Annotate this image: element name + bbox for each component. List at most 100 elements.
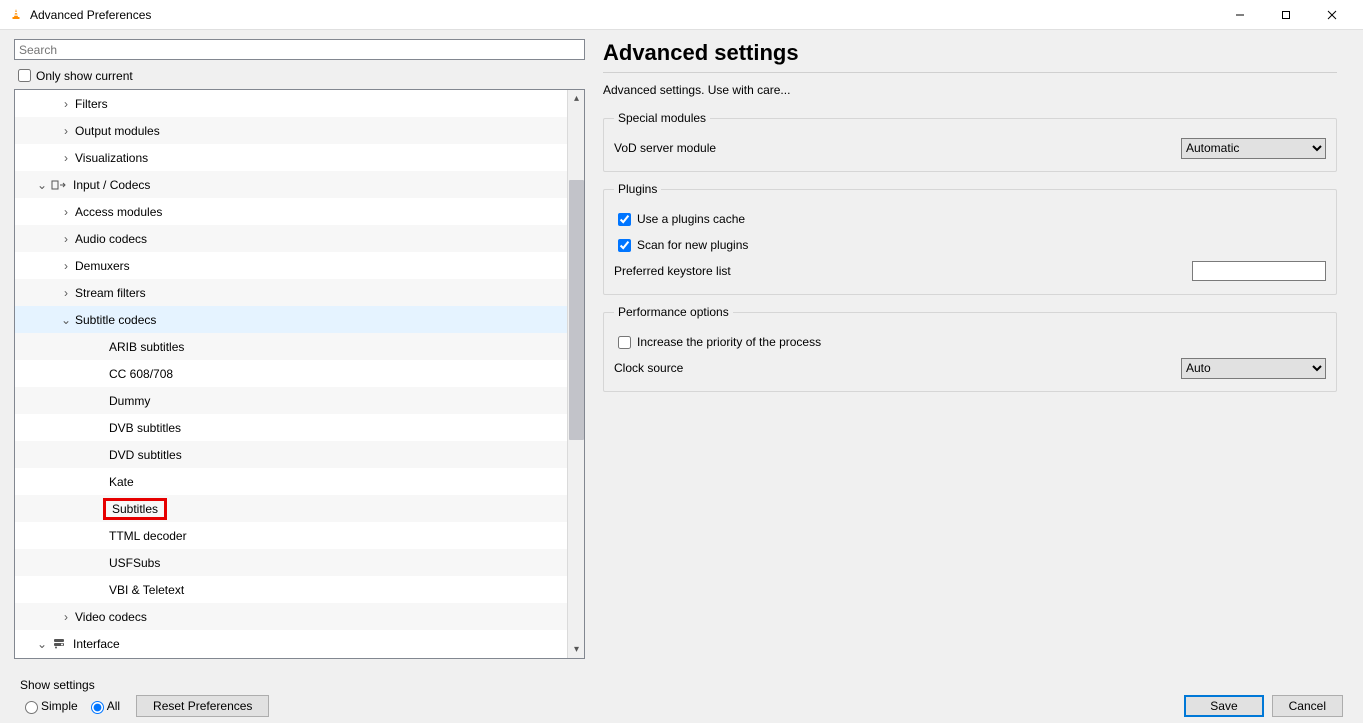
chevron-right-icon[interactable]	[61, 205, 71, 219]
vlc-cone-icon	[8, 7, 24, 23]
tree-item-label: TTML decoder	[109, 529, 187, 543]
tree-item-label: Stream filters	[75, 286, 146, 300]
minimize-button[interactable]	[1217, 0, 1263, 30]
checkbox-row[interactable]: Scan for new plugins	[614, 236, 1326, 255]
tree-item[interactable]: ARIB subtitles	[15, 333, 567, 360]
tree-item[interactable]: Interface	[15, 630, 567, 657]
tree-item[interactable]: CC 608/708	[15, 360, 567, 387]
tree-item-label: CC 608/708	[109, 367, 173, 381]
divider	[603, 72, 1337, 73]
chevron-right-icon[interactable]	[61, 124, 71, 138]
title-bar: Advanced Preferences	[0, 0, 1363, 30]
maximize-button[interactable]	[1263, 0, 1309, 30]
interface-icon	[51, 636, 67, 652]
tree-item[interactable]: Filters	[15, 90, 567, 117]
tree-item-label: Demuxers	[75, 259, 130, 273]
tree-item-label: Video codecs	[75, 610, 147, 624]
checkbox-row[interactable]: Increase the priority of the process	[614, 333, 1326, 352]
tree-item[interactable]: Subtitles	[15, 495, 567, 522]
scroll-thumb[interactable]	[569, 180, 584, 440]
tree-item[interactable]: Subtitle codecs	[15, 306, 567, 333]
scroll-down-icon[interactable]: ▾	[568, 641, 585, 658]
tree-item[interactable]: Audio codecs	[15, 225, 567, 252]
chevron-right-icon[interactable]	[61, 259, 71, 273]
tree-item[interactable]: USFSubs	[15, 549, 567, 576]
tree-item[interactable]: Video codecs	[15, 603, 567, 630]
tree-item[interactable]: DVB subtitles	[15, 414, 567, 441]
chevron-right-icon[interactable]	[61, 232, 71, 246]
only-show-current-checkbox[interactable]	[18, 69, 31, 82]
checkbox-input[interactable]	[618, 213, 631, 226]
close-button[interactable]	[1309, 0, 1355, 30]
form-row: Use a plugins cache	[614, 206, 1326, 232]
window-title: Advanced Preferences	[30, 8, 151, 22]
checkbox-label: Use a plugins cache	[637, 212, 745, 226]
chevron-right-icon[interactable]	[61, 286, 71, 300]
tree-item[interactable]: DVD subtitles	[15, 441, 567, 468]
select-label: Clock source	[614, 361, 1181, 375]
panel-heading: Advanced settings	[603, 40, 1337, 66]
input-icon	[51, 177, 67, 193]
checkbox-label: Scan for new plugins	[637, 238, 748, 252]
select-input[interactable]: Auto	[1181, 358, 1326, 379]
save-button[interactable]: Save	[1184, 695, 1263, 717]
tree-item-label: Visualizations	[75, 151, 148, 165]
chevron-down-icon[interactable]	[37, 637, 47, 651]
search-input[interactable]	[14, 39, 585, 60]
tree-item[interactable]: VBI & Teletext	[15, 576, 567, 603]
tree-item[interactable]: Visualizations	[15, 144, 567, 171]
text-input[interactable]	[1192, 261, 1326, 281]
tree-item-label: USFSubs	[109, 556, 160, 570]
tree-item[interactable]: Output modules	[15, 117, 567, 144]
all-radio[interactable]	[91, 701, 104, 714]
tree-item[interactable]: Stream filters	[15, 279, 567, 306]
checkbox-row[interactable]: Use a plugins cache	[614, 210, 1326, 229]
tree-item[interactable]: TTML decoder	[15, 522, 567, 549]
chevron-right-icon[interactable]	[61, 151, 71, 165]
settings-group: PluginsUse a plugins cacheScan for new p…	[603, 182, 1337, 295]
select-input[interactable]: Automatic	[1181, 138, 1326, 159]
checkbox-label: Increase the priority of the process	[637, 335, 821, 349]
tree-item-label: Subtitle codecs	[75, 313, 156, 327]
text-label: Preferred keystore list	[614, 264, 1192, 278]
all-radio-label[interactable]: All	[86, 698, 120, 714]
bottom-bar: Show settings Simple All Reset Preferenc…	[0, 671, 1363, 723]
tree-item-label: Interface	[73, 637, 120, 651]
group-legend: Performance options	[614, 305, 733, 319]
tree-item-label: Subtitles	[103, 498, 167, 520]
form-row: Preferred keystore list	[614, 258, 1326, 284]
tree-item-label: Input / Codecs	[73, 178, 150, 192]
reset-preferences-button[interactable]: Reset Preferences	[136, 695, 269, 717]
form-row: Increase the priority of the process	[614, 329, 1326, 355]
simple-radio-label[interactable]: Simple	[20, 698, 78, 714]
tree-item-label: Audio codecs	[75, 232, 147, 246]
form-row: VoD server moduleAutomatic	[614, 135, 1326, 161]
tree-item-label: Dummy	[109, 394, 150, 408]
tree-item-label: Filters	[75, 97, 108, 111]
show-settings-label: Show settings	[20, 678, 269, 692]
select-label: VoD server module	[614, 141, 1181, 155]
tree-item[interactable]: Dummy	[15, 387, 567, 414]
chevron-right-icon[interactable]	[61, 610, 71, 624]
tree-item[interactable]: Access modules	[15, 198, 567, 225]
chevron-right-icon[interactable]	[61, 97, 71, 111]
cancel-button[interactable]: Cancel	[1272, 695, 1343, 717]
only-show-current-label: Only show current	[36, 69, 133, 83]
tree-item[interactable]: Demuxers	[15, 252, 567, 279]
tree-item-label: Access modules	[75, 205, 162, 219]
chevron-down-icon[interactable]	[61, 313, 71, 327]
simple-radio[interactable]	[25, 701, 38, 714]
form-row: Scan for new plugins	[614, 232, 1326, 258]
checkbox-input[interactable]	[618, 336, 631, 349]
chevron-down-icon[interactable]	[37, 178, 47, 192]
tree-item-label: DVB subtitles	[109, 421, 181, 435]
tree-item-label: Output modules	[75, 124, 160, 138]
tree-item[interactable]: Kate	[15, 468, 567, 495]
panel-subtext: Advanced settings. Use with care...	[603, 83, 1337, 97]
preferences-tree: Filters Output modules Visualizations Input…	[14, 89, 585, 659]
settings-group: Special modulesVoD server moduleAutomati…	[603, 111, 1337, 172]
tree-scrollbar[interactable]: ▴ ▾	[567, 90, 584, 658]
tree-item[interactable]: Input / Codecs	[15, 171, 567, 198]
checkbox-input[interactable]	[618, 239, 631, 252]
scroll-up-icon[interactable]: ▴	[568, 90, 585, 107]
